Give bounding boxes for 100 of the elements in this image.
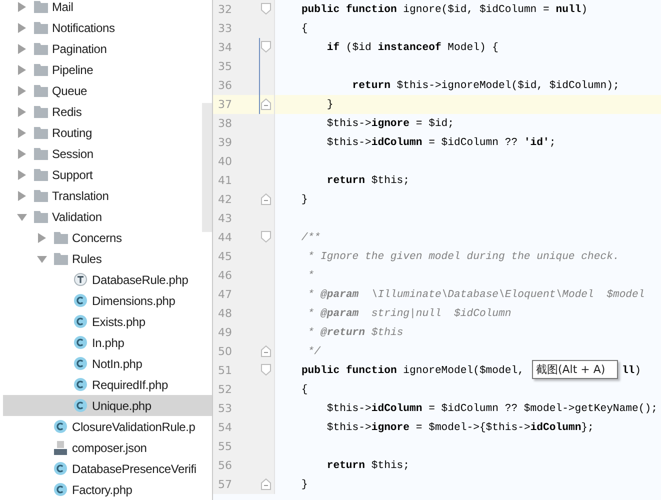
code-line: return $this->ignoreModel($id, $idColumn); [351, 80, 620, 92]
code-line: } [300, 194, 308, 206]
tree-item-label: Rules [72, 252, 102, 266]
code-line: * [306, 270, 314, 282]
line-number: 48 [213, 304, 257, 323]
class-icon [74, 399, 87, 412]
fold-icon[interactable] [261, 3, 271, 15]
expand-arrow-icon[interactable] [17, 64, 27, 74]
tree-item[interactable]: NotIn.php [3, 353, 212, 374]
tree-item-label: Redis [52, 104, 82, 118]
line-number: 53 [213, 399, 257, 418]
tree-item[interactable]: Session [3, 143, 202, 164]
tree-item-label: Mail [52, 0, 74, 14]
tree-item-label: DatabaseRule.php [92, 272, 188, 286]
class-icon [54, 420, 67, 433]
tree-item[interactable]: Unique.php [3, 395, 212, 416]
expand-arrow-icon[interactable] [17, 2, 27, 12]
tree-item[interactable]: Rules [3, 248, 212, 269]
tree-item[interactable]: Concerns [3, 227, 202, 248]
code-line: $this->ignore = $model->{$this->idColumn}; [326, 422, 594, 434]
expand-arrow-icon[interactable] [37, 232, 47, 242]
line-number: 35 [213, 57, 257, 76]
collapse-arrow-icon[interactable] [37, 254, 47, 264]
code-line: public function ignoreModel($model, [300, 364, 524, 376]
folder-icon [34, 64, 48, 76]
tree-item-label: Pipeline [52, 62, 94, 76]
code-line: */ [306, 346, 321, 358]
scrollbar-thumb[interactable] [202, 103, 212, 232]
expand-arrow-icon[interactable] [17, 190, 27, 200]
expand-arrow-icon[interactable] [17, 170, 27, 180]
line-number: 32 [213, 0, 257, 19]
line-number: 42 [213, 190, 257, 209]
tree-item[interactable]: Notifications [3, 17, 202, 38]
tree-item[interactable]: Redis [3, 101, 202, 122]
line-number: 49 [213, 323, 257, 342]
trait-icon [74, 273, 87, 286]
folder-icon [34, 106, 48, 118]
tree-item[interactable]: Support [3, 164, 202, 185]
tree-item-label: Concerns [72, 230, 122, 244]
tree-item[interactable]: Exists.php [3, 311, 212, 332]
folder-icon [34, 42, 48, 54]
folder-icon [34, 84, 48, 96]
folder-icon [34, 22, 48, 34]
tree-item[interactable]: DatabaseRule.php [3, 269, 212, 290]
tree-item[interactable]: Queue [3, 80, 202, 101]
unfold-icon[interactable] [261, 345, 271, 357]
tree-item[interactable]: composer.json [3, 437, 212, 458]
collapse-arrow-icon[interactable] [17, 212, 27, 222]
expand-arrow-icon[interactable] [17, 106, 27, 116]
class-icon [74, 315, 87, 328]
folder-icon [34, 126, 48, 138]
folder-icon [34, 168, 48, 180]
fold-icon[interactable] [261, 41, 271, 53]
line-number: 51 [213, 361, 257, 380]
tree-item-label: Factory.php [72, 482, 132, 496]
unfold-icon[interactable] [261, 193, 271, 205]
tree-item-label: Dimensions.php [92, 294, 176, 308]
tree-item-label: Validation [52, 210, 102, 224]
tree-item[interactable]: Routing [3, 122, 202, 143]
tree-item-label: Translation [52, 188, 109, 202]
line-number: 47 [213, 285, 257, 304]
expand-arrow-icon[interactable] [17, 86, 27, 96]
tree-item[interactable]: In.php [3, 332, 212, 353]
tree-item[interactable]: Validation [3, 206, 202, 227]
line-number: 50 [213, 342, 257, 361]
class-icon [54, 462, 67, 475]
code-line: $this->idColumn = $idColumn ?? 'id'; [326, 136, 556, 148]
unfold-icon[interactable] [261, 478, 271, 490]
tree-item-label: In.php [92, 336, 124, 350]
expand-arrow-icon[interactable] [17, 148, 27, 158]
tree-item-label: Routing [52, 126, 92, 140]
unfold-icon[interactable] [261, 98, 271, 110]
code-line: *@return $this [306, 326, 404, 338]
code-line: if ($id instanceof Model) { [326, 42, 499, 54]
tree-item[interactable]: Pipeline [3, 59, 202, 80]
tree-item[interactable]: Pagination [3, 38, 202, 59]
tree-item[interactable]: Factory.php [3, 479, 212, 500]
tree-item[interactable]: Mail [3, 0, 202, 17]
expand-arrow-icon[interactable] [17, 44, 27, 54]
fold-icon[interactable] [261, 231, 271, 243]
code-line: *@param \Illuminate\Database\Eloquent\Model $model [306, 288, 645, 300]
folder-icon [34, 148, 48, 160]
tree-item-label: ClosureValidationRule.p [72, 420, 196, 434]
code-line: * Ignore the given model during the unique check. [306, 250, 620, 262]
tree-item[interactable]: Dimensions.php [3, 290, 212, 311]
tree-item[interactable]: Translation [3, 185, 202, 206]
line-number: 45 [213, 247, 257, 266]
code-line: { [300, 22, 308, 34]
class-icon [54, 483, 67, 496]
folder-icon [34, 210, 48, 222]
tree-item[interactable]: DatabasePresenceVerifi [3, 458, 212, 479]
expand-arrow-icon[interactable] [17, 22, 27, 32]
code-line: } [326, 98, 334, 110]
fold-icon[interactable] [261, 364, 271, 376]
tree-item[interactable]: ClosureValidationRule.p [3, 416, 212, 437]
tree-item[interactable]: RequiredIf.php [3, 374, 212, 395]
code-line: $this->idColumn = $idColumn ?? $model->getKeyName(); [326, 402, 658, 414]
expand-arrow-icon[interactable] [17, 128, 27, 138]
tree-item-label: NotIn.php [92, 356, 142, 370]
code-line: public function ignore($id, $idColumn = null) [300, 4, 588, 16]
